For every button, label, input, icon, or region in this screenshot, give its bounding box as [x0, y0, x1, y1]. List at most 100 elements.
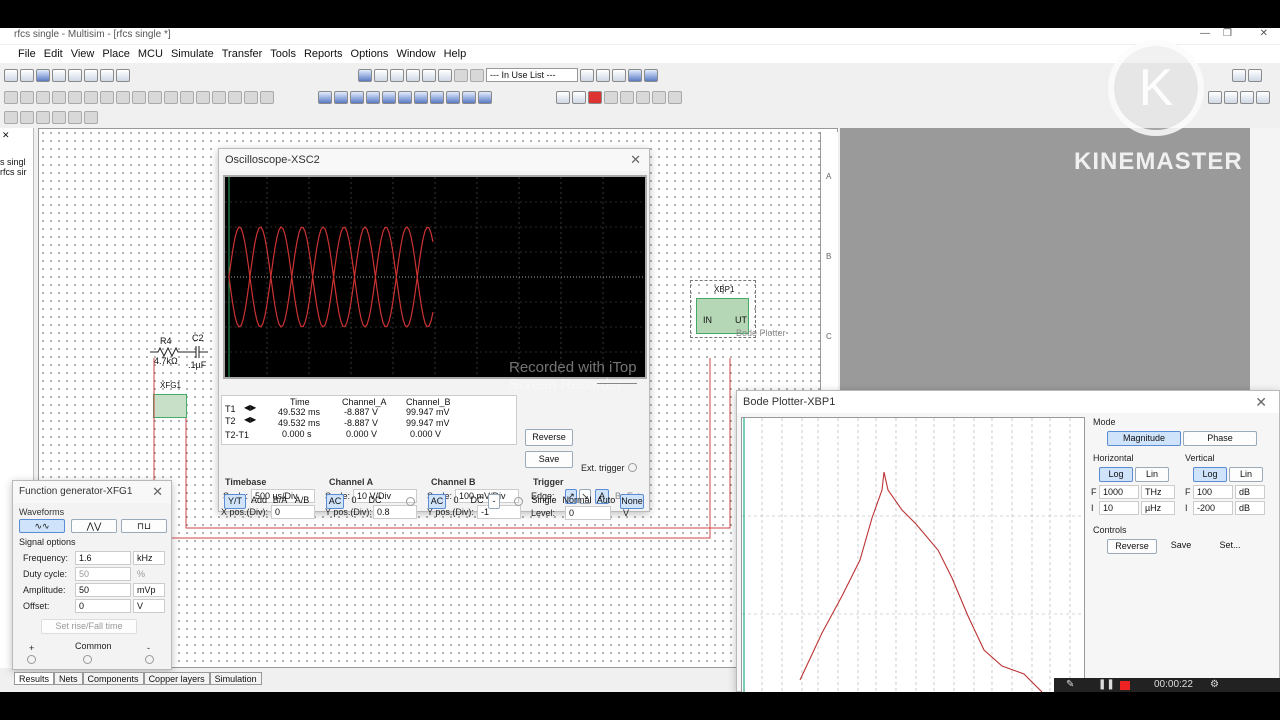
channel-b-invert-button[interactable]: -	[488, 494, 500, 509]
t2-arrows-icon[interactable]: ◀▶	[244, 415, 256, 424]
fg-offset-unit[interactable]: V	[133, 599, 165, 613]
step-icon[interactable]	[620, 90, 634, 104]
misc-icon[interactable]	[180, 90, 194, 104]
horizontal-log-button[interactable]: Log	[1099, 467, 1133, 482]
zoom-out-icon[interactable]	[1224, 90, 1238, 104]
normal-button[interactable]: Normal	[562, 494, 592, 509]
bode-save-button[interactable]: Save	[1159, 539, 1203, 554]
mcu-icon[interactable]	[228, 90, 242, 104]
fg-rise-fall-button[interactable]: Set rise/Fall time	[41, 619, 137, 634]
bode-set-button[interactable]: Set...	[1205, 539, 1255, 554]
spreadsheet-icon[interactable]	[374, 68, 388, 82]
probe-settings-icon[interactable]	[652, 90, 666, 104]
stop-record-icon[interactable]	[1120, 681, 1130, 690]
b-over-a-button[interactable]: B/A	[270, 494, 290, 509]
horizontal-lin-button[interactable]: Lin	[1135, 467, 1169, 482]
rf-icon[interactable]	[196, 90, 210, 104]
fg-minus-terminal[interactable]	[145, 655, 154, 664]
save-all-icon[interactable]	[52, 68, 66, 82]
bode-reverse-button[interactable]: Reverse	[1107, 539, 1157, 554]
oscilloscope-reverse-button[interactable]: Reverse	[525, 429, 573, 446]
vertical-log-button[interactable]: Log	[1193, 467, 1227, 482]
none-button[interactable]: None	[620, 494, 644, 509]
channel-b-ac-button[interactable]: AC	[428, 494, 446, 509]
bode-close-icon[interactable]: ✕	[1255, 394, 1267, 411]
menu-place[interactable]: Place	[98, 48, 134, 60]
tab-results[interactable]: Results	[14, 672, 55, 685]
indicator-icon[interactable]	[148, 90, 162, 104]
align-left-icon[interactable]	[20, 110, 34, 124]
align-bottom-icon[interactable]	[68, 110, 82, 124]
menu-simulate[interactable]: Simulate	[167, 48, 218, 60]
distribute-icon[interactable]	[84, 110, 98, 124]
bode-plotter-icon[interactable]	[398, 90, 412, 104]
fg-amplitude-unit[interactable]: mVp	[133, 583, 165, 597]
basic-icon[interactable]	[20, 90, 34, 104]
channel-a-dc-button[interactable]: DC	[366, 494, 384, 509]
align-icon[interactable]	[4, 110, 18, 124]
ttl-icon[interactable]	[84, 90, 98, 104]
h-initial-unit[interactable]: µHz	[1141, 501, 1175, 515]
vertical-scrollbar[interactable]	[1250, 128, 1280, 398]
single-button[interactable]: Single	[530, 494, 558, 509]
fg-frequency-field[interactable]: 1.6	[75, 551, 131, 565]
vertical-lin-button[interactable]: Lin	[1229, 467, 1263, 482]
square-wave-button[interactable]: ⊓⊔	[121, 519, 167, 533]
pen-icon[interactable]: ✎	[1066, 679, 1074, 690]
channel-b-terminal[interactable]	[514, 497, 523, 506]
close-window-button[interactable]: ✕	[1260, 28, 1268, 39]
oscilloscope-screen[interactable]	[223, 175, 647, 379]
menu-reports[interactable]: Reports	[300, 48, 347, 60]
menu-tools[interactable]: Tools	[266, 48, 300, 60]
channel-b-dc-button[interactable]: DC	[468, 494, 486, 509]
fg-duty-field[interactable]: 50	[75, 567, 131, 581]
fg-offset-field[interactable]: 0	[75, 599, 131, 613]
zoom-in-icon[interactable]	[1208, 90, 1222, 104]
toolbox-item-1[interactable]: s singl	[0, 157, 33, 167]
channel-a-zero-button[interactable]: 0	[348, 494, 360, 509]
yt-button[interactable]: Y/T	[224, 494, 246, 509]
auto-button[interactable]: Auto	[594, 494, 618, 509]
oscilloscope-close-icon[interactable]: ✕	[630, 152, 641, 168]
fg-plus-terminal[interactable]	[27, 655, 36, 664]
triangle-wave-button[interactable]: ⋀⋁	[71, 519, 117, 533]
print-preview-icon[interactable]	[84, 68, 98, 82]
forward-annotate-icon[interactable]	[470, 68, 484, 82]
erc-icon[interactable]	[580, 68, 594, 82]
database-icon[interactable]	[390, 68, 404, 82]
breakpoint-icon[interactable]	[636, 90, 650, 104]
t1-arrows-icon[interactable]: ◀▶	[244, 403, 256, 412]
misc-digital-icon[interactable]	[116, 90, 130, 104]
transfer-icon[interactable]	[596, 68, 610, 82]
bus-icon[interactable]	[260, 90, 274, 104]
table-icon[interactable]	[1232, 68, 1246, 82]
find-example-icon[interactable]	[628, 68, 642, 82]
magnitude-button[interactable]: Magnitude	[1107, 431, 1181, 446]
logic-analyzer-icon[interactable]	[446, 90, 460, 104]
v-final-field[interactable]: 100	[1193, 485, 1233, 499]
redo-icon[interactable]	[116, 68, 130, 82]
iv-analyzer-icon[interactable]	[478, 90, 492, 104]
new-icon[interactable]	[4, 68, 18, 82]
menu-view[interactable]: View	[67, 48, 99, 60]
minimize-button[interactable]: —	[1200, 28, 1210, 39]
menu-options[interactable]: Options	[347, 48, 393, 60]
four-channel-scope-icon[interactable]	[382, 90, 396, 104]
h-final-unit[interactable]: THz	[1141, 485, 1175, 499]
run-icon[interactable]	[556, 90, 570, 104]
help-icon[interactable]	[644, 68, 658, 82]
stop-icon[interactable]	[588, 90, 602, 104]
grapher-icon[interactable]	[422, 68, 436, 82]
open-icon[interactable]	[20, 68, 34, 82]
sine-wave-button[interactable]: ∿∿	[19, 519, 65, 533]
zoom-area-icon[interactable]	[1240, 90, 1254, 104]
undo-icon[interactable]	[100, 68, 114, 82]
power-icon[interactable]	[164, 90, 178, 104]
word-generator-icon[interactable]	[430, 90, 444, 104]
frequency-counter-icon[interactable]	[414, 90, 428, 104]
pause-record-icon[interactable]: ❚❚	[1098, 679, 1115, 690]
fg-common-terminal[interactable]	[83, 655, 92, 664]
live-icon[interactable]	[612, 68, 626, 82]
postprocessor-icon[interactable]	[406, 68, 420, 82]
zoom-fit-icon[interactable]	[1256, 90, 1270, 104]
